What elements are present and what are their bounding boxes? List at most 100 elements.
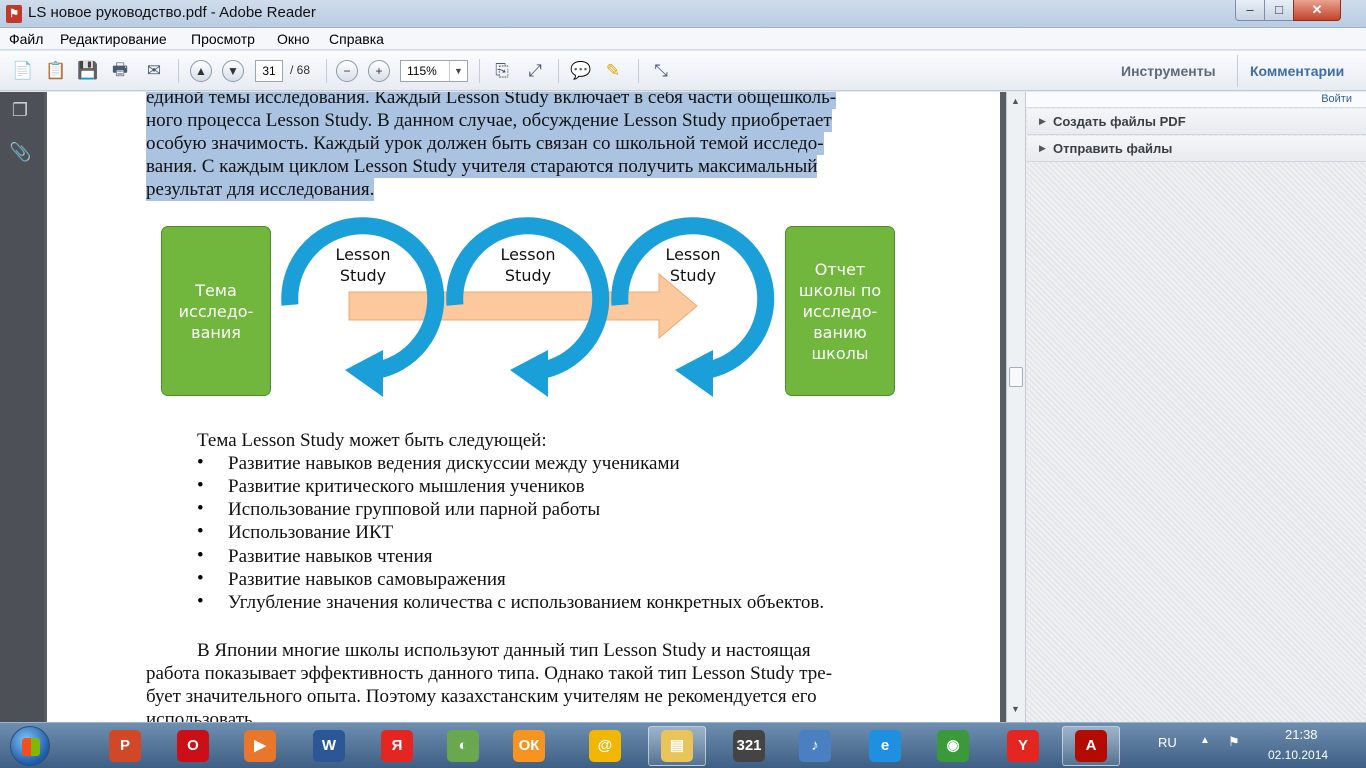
list-intro: Тема Lesson Study может быть следующей: — [197, 430, 547, 451]
bullet-mark: • — [197, 498, 204, 519]
page-number-input[interactable]: 31 — [255, 60, 283, 82]
mail-agent-icon: @ — [589, 730, 621, 762]
action-center-flag-icon[interactable]: ⚑ — [1228, 734, 1240, 750]
taskbar-app-adobe-reader[interactable]: A — [1062, 726, 1120, 766]
fit-page-icon[interactable]: ⎘ — [489, 59, 515, 83]
toolbar: 📄 📋 💾 🖶 ✉ ▲ ▼ 31 / 68 − + 115% ▼ ⎘ ⤢ 💬 ✎… — [0, 51, 1366, 91]
sticky-note-icon[interactable]: 💬 — [568, 59, 594, 83]
taskbar: P O ▶ W Я ◐ ОК @ ▤ 321 ♪ e ◉ Y A RU ▲ ⚑ 21:38 02.10.20… — [0, 722, 1366, 768]
highlight-text-icon[interactable]: ✎ — [600, 59, 626, 83]
attachments-icon[interactable]: 📎 — [9, 142, 31, 166]
close-button[interactable]: ✕ — [1293, 0, 1341, 21]
taskbar-app-internet-explorer[interactable]: e — [856, 726, 914, 766]
print-icon[interactable]: 🖶 — [107, 59, 133, 83]
create-pdf-icon[interactable]: 📄 — [10, 59, 36, 83]
full-screen-icon[interactable]: ⤡ — [648, 59, 674, 83]
signin-bar: Войти — [1026, 92, 1366, 108]
taskbar-app-opera[interactable]: O — [164, 726, 222, 766]
chevron-right-icon: ▶ — [1039, 143, 1046, 153]
taskbar-app-volume-app[interactable]: ♪ — [786, 726, 844, 766]
language-indicator[interactable]: RU — [1158, 735, 1177, 750]
paragraph-line: работа показывает эффективность данного … — [146, 663, 833, 684]
taskbar-app-yandex[interactable]: Я — [368, 726, 426, 766]
bullet-mark: • — [197, 475, 204, 496]
taskbar-app-chrome[interactable]: ◉ — [924, 726, 982, 766]
taskbar-app-yandex-browser[interactable]: Y — [994, 726, 1052, 766]
chrome-icon: ◉ — [937, 730, 969, 762]
bullet-mark: • — [197, 591, 204, 612]
zoom-select[interactable]: 115% ▼ — [400, 60, 468, 82]
window-title: LS новое руководство.pdf - Adobe Reader — [28, 4, 316, 21]
taskbar-app-mail-agent[interactable]: @ — [576, 726, 634, 766]
yandex-icon: Я — [381, 730, 413, 762]
tools-button[interactable]: Инструменты — [1121, 63, 1216, 79]
save-icon[interactable]: 💾 — [75, 59, 101, 83]
create-pdf-panel[interactable]: ▶ Создать файлы PDF — [1027, 109, 1366, 135]
odnoklassniki-icon: ОК — [513, 730, 545, 762]
list-item: Развитие навыков ведения дискуссии между… — [228, 453, 680, 474]
show-hidden-icons-icon[interactable]: ▲ — [1200, 735, 1210, 746]
taskbar-app-odnoklassniki[interactable]: ОК — [500, 726, 558, 766]
list-item: Использование групповой или парной работ… — [228, 499, 601, 520]
send-files-panel[interactable]: ▶ Отправить файлы — [1027, 136, 1366, 162]
taskbar-app-media-player[interactable]: ▶ — [231, 726, 289, 766]
zoom-value: 115% — [407, 64, 437, 78]
email-icon[interactable]: ✉ — [141, 59, 167, 83]
chevron-right-icon: ▶ — [1039, 116, 1046, 126]
bullet-mark: • — [197, 545, 204, 566]
adobe-reader-icon: A — [1075, 730, 1107, 762]
scroll-up-icon[interactable]: ▲ — [1011, 96, 1020, 106]
paragraph-line: бует значительного опыта. Поэтому казахс… — [146, 686, 817, 707]
taskbar-app-file-explorer[interactable]: ▤ — [648, 726, 706, 766]
pdf-icon: ⚑ — [6, 5, 22, 23]
file-explorer-icon: ▤ — [661, 730, 693, 762]
document-view: единой темы исследования. Каждый Lesson … — [44, 92, 1006, 722]
list-item: Углубление значения количества с использ… — [228, 592, 825, 613]
app-green-icon: ◐ — [447, 730, 479, 762]
tools-pane: Войти ▶ Создать файлы PDF ▶ Отправить фа… — [1025, 92, 1366, 722]
taskbar-app-powerpoint[interactable]: P — [96, 726, 154, 766]
menu-bar: Файл Редактирование Просмотр Окно Справк… — [0, 28, 1366, 50]
yandex-browser-icon: Y — [1007, 730, 1039, 762]
paragraph-line: использовать. — [146, 709, 258, 722]
pages-thumbnail-icon[interactable]: ❐ — [9, 100, 31, 124]
taskbar-app-media-classic[interactable]: 321 — [720, 726, 778, 766]
media-classic-icon: 321 — [733, 730, 765, 762]
windows-logo-icon — [22, 738, 40, 756]
maximize-button[interactable]: □ — [1264, 0, 1294, 21]
taskbar-app-app-green[interactable]: ◐ — [434, 726, 492, 766]
menu-file[interactable]: Файл — [9, 31, 43, 47]
taskbar-app-word[interactable]: W — [300, 726, 358, 766]
lesson-study-label-3: Lesson Study — [665, 245, 721, 285]
zoom-out-icon[interactable]: − — [336, 60, 358, 82]
zoom-in-icon[interactable]: + — [368, 60, 390, 82]
media-player-icon: ▶ — [244, 730, 276, 762]
vertical-scrollbar[interactable]: ▲ ▼ — [1006, 92, 1025, 722]
comments-button[interactable]: Комментарии — [1250, 63, 1344, 79]
start-button[interactable] — [10, 726, 50, 766]
scroll-down-icon[interactable]: ▼ — [1011, 704, 1020, 714]
scroll-thumb[interactable] — [1009, 367, 1023, 387]
navigation-pane: ❐ 📎 — [0, 92, 44, 722]
page-count: / 68 — [290, 63, 311, 77]
bullet-mark: • — [197, 568, 204, 589]
menu-edit[interactable]: Редактирование — [60, 31, 167, 47]
volume-app-icon: ♪ — [799, 730, 831, 762]
list-item: Использование ИКТ — [228, 522, 394, 543]
minimize-button[interactable]: – — [1235, 0, 1265, 21]
paragraph-line: В Японии многие школы используют данный … — [197, 640, 811, 661]
list-item: Развитие критического мышления учеников — [228, 476, 585, 497]
word-icon: W — [313, 730, 345, 762]
next-page-icon[interactable]: ▼ — [222, 60, 244, 82]
clock-time[interactable]: 21:38 — [1285, 727, 1318, 742]
chevron-down-icon[interactable]: ▼ — [449, 61, 467, 81]
fit-width-icon[interactable]: ⤢ — [522, 59, 548, 83]
previous-page-icon[interactable]: ▲ — [190, 60, 212, 82]
clock-date[interactable]: 02.10.2014 — [1268, 748, 1328, 762]
menu-window[interactable]: Окно — [277, 31, 310, 47]
menu-view[interactable]: Просмотр — [191, 31, 255, 47]
signin-link[interactable]: Войти — [1321, 93, 1352, 105]
lesson-study-label-1: Lesson Study — [335, 245, 391, 285]
menu-help[interactable]: Справка — [329, 31, 384, 47]
edit-pdf-icon[interactable]: 📋 — [43, 59, 69, 83]
